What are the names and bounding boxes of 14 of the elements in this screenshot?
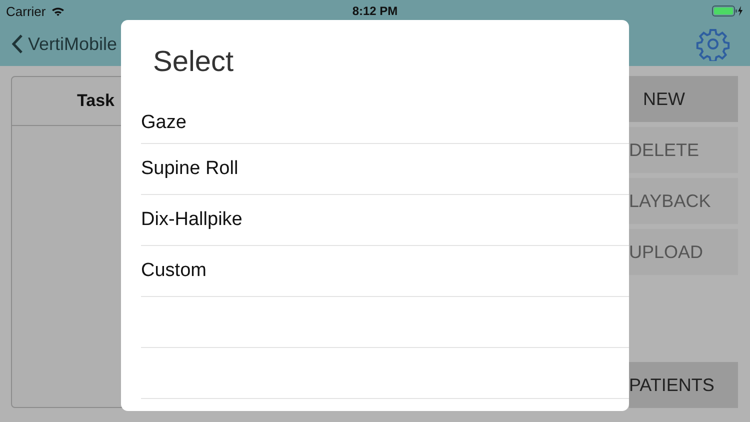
wifi-icon (50, 6, 65, 16)
option-item[interactable]: Custom (141, 246, 629, 297)
battery-icon (712, 5, 744, 17)
carrier-label: Carrier (6, 4, 46, 18)
back-button[interactable]: VertiMobile (12, 34, 118, 54)
action-button[interactable]: NEW (629, 76, 738, 122)
option-item[interactable]: Dix-Hallpike (141, 195, 629, 246)
dialog-title: Select (152, 45, 235, 80)
chevron-left-icon (12, 34, 23, 54)
option-item[interactable]: Supine Roll (141, 144, 629, 195)
status-time: 8:12 PM (352, 4, 398, 18)
patients-button[interactable]: PATIENTS (629, 362, 738, 408)
settings-icon[interactable] (696, 27, 730, 61)
option-item[interactable]: Gaze (141, 102, 629, 144)
